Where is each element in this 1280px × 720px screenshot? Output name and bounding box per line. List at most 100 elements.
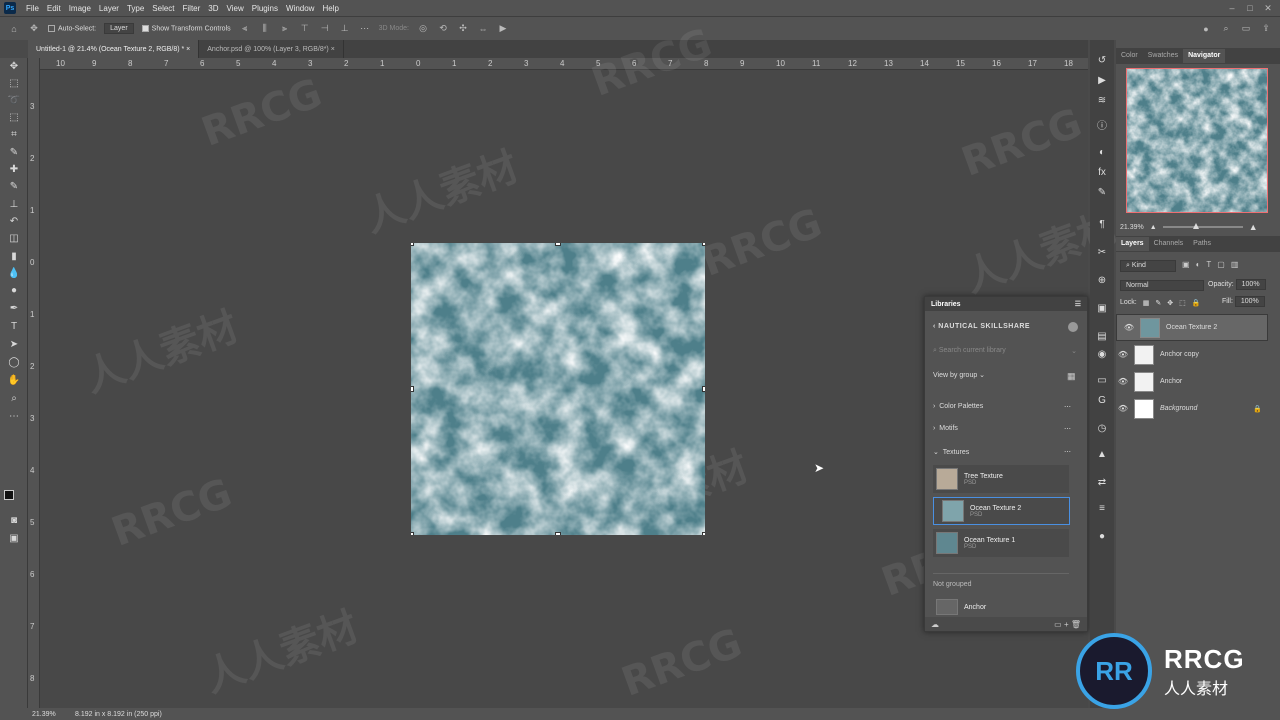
swatch-icon[interactable]: ⇄	[1095, 476, 1109, 490]
timeline-icon[interactable]: ▭	[1095, 374, 1109, 388]
menu-select[interactable]: Select	[148, 4, 178, 13]
properties-icon[interactable]: ◐	[1095, 146, 1109, 160]
more-icon[interactable]: ⋯	[1064, 425, 1071, 433]
account-icon[interactable]: ●	[1200, 23, 1212, 35]
info-icon[interactable]: ⓘ	[1095, 120, 1109, 134]
layer-filter-dropdown[interactable]: ⌕ Kind	[1120, 260, 1176, 272]
pen-tool-icon[interactable]: ✒	[7, 302, 21, 316]
photoshop-logo-icon[interactable]: Ps	[4, 2, 16, 14]
opacity-input[interactable]: 100%	[1235, 279, 1266, 290]
transform-handle[interactable]	[411, 243, 414, 246]
shape-tool-icon[interactable]: ◯	[7, 356, 21, 370]
quick-mask-icon[interactable]: ◙	[7, 514, 21, 528]
menu-edit[interactable]: Edit	[43, 4, 65, 13]
eyedropper-tool-icon[interactable]: ✎	[7, 146, 21, 160]
layer-row-background[interactable]: 👁 Background 🔒	[1116, 395, 1268, 422]
styles-icon[interactable]: fx	[1095, 166, 1109, 180]
tool-presets-icon[interactable]: ✂	[1095, 246, 1109, 260]
tab-untitled-1[interactable]: Untitled-1 @ 21.4% (Ocean Texture 2, RGB…	[28, 40, 200, 58]
eye-icon[interactable]: 👁	[1122, 323, 1136, 332]
transform-handle[interactable]	[555, 532, 561, 535]
type-tool-icon[interactable]: T	[7, 320, 21, 334]
library-name[interactable]: ‹ NAUTICAL SKILLSHARE	[933, 323, 1030, 330]
library-item[interactable]: Anchor	[933, 597, 1069, 617]
clone-stamp-icon[interactable]: ⊥	[7, 198, 21, 212]
grid-view-icon[interactable]: ▦	[1067, 371, 1076, 382]
menu-file[interactable]: File	[22, 4, 43, 13]
blend-mode-dropdown[interactable]: Normal	[1120, 280, 1204, 291]
marquee-tool-icon[interactable]: ⬚	[7, 77, 21, 91]
cloud-icon[interactable]: ☁	[931, 620, 939, 629]
library-item[interactable]: Tree Texture PSD	[933, 465, 1069, 493]
align-center-icon[interactable]: ⫼	[259, 23, 271, 35]
menu-filter[interactable]: Filter	[179, 4, 205, 13]
zoom-out-icon[interactable]: ▲	[1150, 224, 1157, 231]
align-bottom-icon[interactable]: ⊥	[339, 23, 351, 35]
lasso-tool-icon[interactable]: ➰	[7, 94, 21, 108]
object-select-tool-icon[interactable]: ⬚	[7, 111, 21, 125]
group-textures[interactable]: ⌄ Textures ⋯	[933, 448, 1071, 456]
menu-help[interactable]: Help	[318, 4, 342, 13]
show-transform-checkbox[interactable]: Show Transform Controls	[141, 24, 231, 32]
more-icon[interactable]: ⋯	[1064, 403, 1071, 411]
layer-comps-icon[interactable]: ▤	[1095, 330, 1109, 344]
tab-anchor[interactable]: Anchor.psd @ 100% (Layer 3, RGB/8*) ×	[199, 40, 344, 58]
view-by-group-dropdown[interactable]: View by group ⌄	[933, 371, 985, 379]
fill-input[interactable]: 100%	[1234, 296, 1265, 307]
eye-icon[interactable]: 👁	[1116, 404, 1130, 413]
workspace-icon[interactable]: ▭	[1240, 23, 1252, 35]
type-filter-icon[interactable]: T	[1206, 260, 1211, 269]
clone-source-icon[interactable]: ⊕	[1095, 274, 1109, 288]
zoom-slider-thumb[interactable]	[1192, 223, 1199, 229]
group-color-palettes[interactable]: › Color Palettes ⋯	[933, 403, 1071, 411]
zoom-slider[interactable]	[1162, 223, 1243, 229]
collaborator-icon[interactable]	[1068, 322, 1078, 332]
tab-swatches[interactable]: Swatches	[1143, 49, 1183, 63]
pixel-filter-icon[interactable]: ▣	[1182, 260, 1190, 269]
color-wheel-icon[interactable]: ●	[1095, 530, 1109, 544]
tab-paths[interactable]: Paths	[1188, 237, 1216, 251]
crop-tool-icon[interactable]: ⌗	[7, 128, 21, 142]
layer-row-anchor[interactable]: 👁 Anchor	[1116, 368, 1268, 395]
path-select-icon[interactable]: ➤	[7, 338, 21, 352]
distribute-icon[interactable]: ⋯	[359, 23, 371, 35]
align-right-icon[interactable]: ⫸	[279, 23, 291, 35]
history-icon[interactable]: ↺	[1095, 54, 1109, 68]
roll-3d-icon[interactable]: ⟲	[437, 23, 449, 35]
menu-type[interactable]: Type	[123, 4, 148, 13]
home-icon[interactable]: ⌂	[8, 23, 20, 35]
pan-3d-icon[interactable]: ✣	[457, 23, 469, 35]
panel-menu-icon[interactable]: ☰	[1075, 300, 1087, 308]
zoom-tool-icon[interactable]: ⌕	[7, 392, 21, 406]
tab-navigator[interactable]: Navigator	[1183, 49, 1226, 63]
orbit-3d-icon[interactable]: ◎	[417, 23, 429, 35]
menu-plugins[interactable]: Plugins	[248, 4, 282, 13]
close-icon[interactable]: ✕	[1262, 2, 1274, 14]
library-item-selected[interactable]: Ocean Texture 2 PSD	[933, 497, 1070, 525]
clock-icon[interactable]: ◷	[1095, 422, 1109, 436]
transform-handle[interactable]	[555, 243, 561, 246]
blur-tool-icon[interactable]: 💧	[7, 267, 21, 281]
video-camera-icon[interactable]: ▶	[497, 23, 509, 35]
layer-row-ocean-texture-2[interactable]: 👁 Ocean Texture 2	[1116, 314, 1268, 341]
transform-handle[interactable]	[702, 243, 705, 246]
dodge-tool-icon[interactable]: ●	[7, 284, 21, 298]
lock-pixels-icon[interactable]: ▦	[1143, 299, 1150, 307]
transform-handle[interactable]	[702, 532, 705, 535]
library-item[interactable]: Ocean Texture 1 PSD	[933, 529, 1069, 557]
history-brush-icon[interactable]: ↶	[7, 215, 21, 229]
align-panel-icon[interactable]: ≡	[1095, 502, 1109, 516]
status-zoom[interactable]: 21.39%	[32, 711, 56, 718]
shape-filter-icon[interactable]: ▢	[1217, 260, 1225, 269]
lock-all-icon[interactable]: 🔒	[1192, 299, 1201, 307]
ocean-texture-image[interactable]	[411, 243, 705, 535]
new-group-icon[interactable]: ▭	[1054, 620, 1062, 629]
group-motifs[interactable]: › Motifs ⋯	[933, 425, 1071, 433]
slide-3d-icon[interactable]: ⇔	[477, 23, 489, 35]
auto-select-checkbox[interactable]: Auto-Select:	[48, 24, 96, 32]
tab-layers[interactable]: Layers	[1116, 237, 1149, 251]
maximize-icon[interactable]: □	[1244, 2, 1256, 14]
zoom-in-icon[interactable]: ▲	[1249, 222, 1258, 232]
lock-position-icon[interactable]: ✥	[1167, 299, 1173, 307]
move-tool-icon[interactable]: ✥	[7, 60, 21, 74]
